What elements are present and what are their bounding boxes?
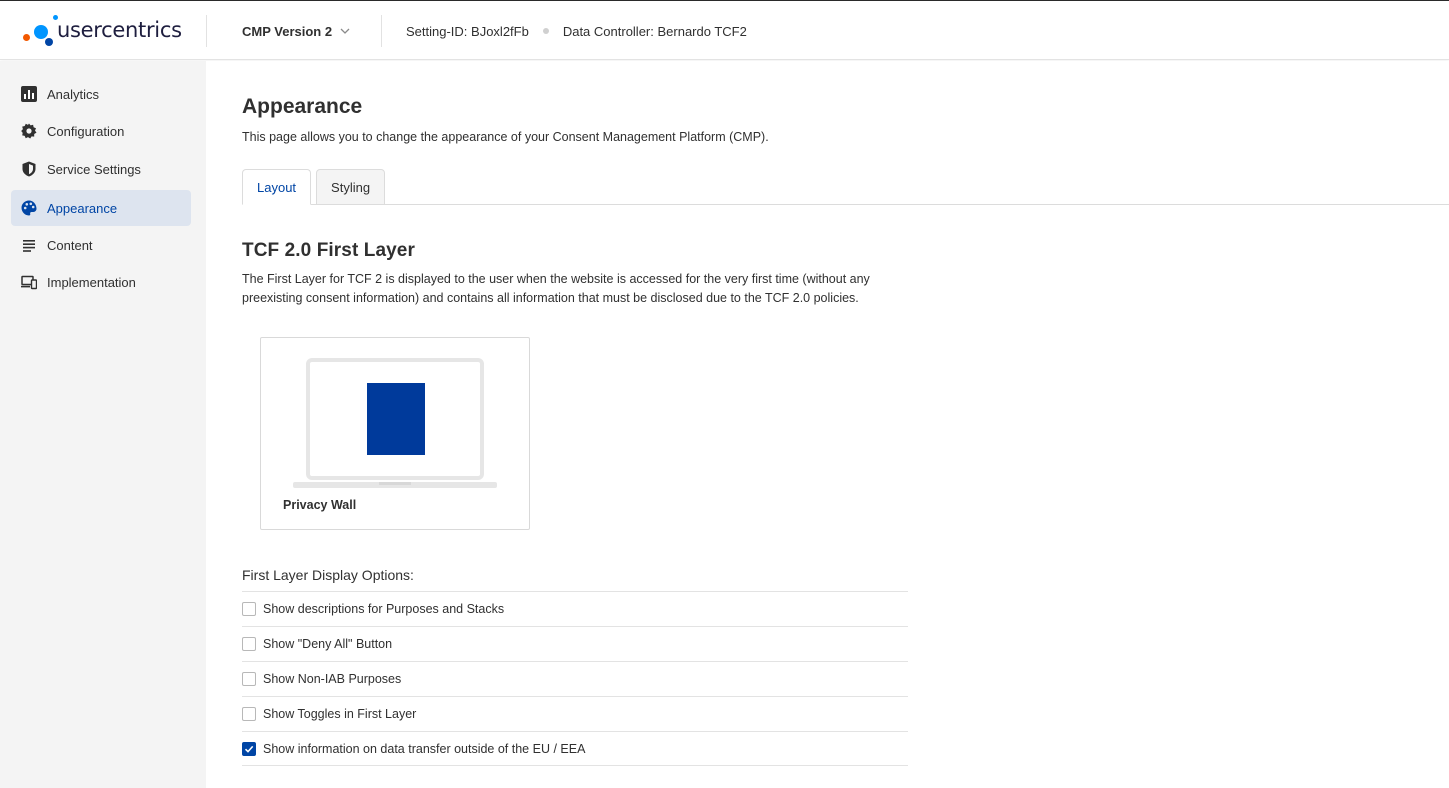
devices-icon bbox=[21, 274, 37, 290]
tab-divider bbox=[242, 204, 1449, 205]
separator-dot-icon bbox=[542, 28, 549, 34]
tab-bar: Layout Styling bbox=[242, 169, 390, 205]
sidebar-item-configuration[interactable]: Configuration bbox=[11, 113, 191, 149]
checkbox[interactable] bbox=[242, 707, 256, 721]
chevron-down-icon bbox=[340, 28, 350, 34]
sidebar-item-analytics[interactable]: Analytics bbox=[11, 76, 191, 112]
shield-icon bbox=[21, 161, 37, 177]
sidebar-item-label: Service Settings bbox=[47, 161, 141, 177]
layout-option-privacy-wall[interactable]: Privacy Wall bbox=[260, 337, 530, 530]
sidebar-item-label: Content bbox=[47, 237, 93, 253]
page-title: Appearance bbox=[242, 95, 363, 118]
lines-icon bbox=[21, 237, 37, 253]
sidebar: Analytics Configuration Service Settings… bbox=[0, 61, 206, 788]
option-label: Show "Deny All" Button bbox=[263, 637, 393, 651]
main-content: Appearance This page allows you to chang… bbox=[206, 61, 1449, 788]
checkbox[interactable] bbox=[242, 637, 256, 651]
option-label: Show information on data transfer outsid… bbox=[263, 741, 586, 756]
option-show-non-iab-purposes[interactable]: Show Non-IAB Purposes bbox=[242, 661, 908, 696]
sidebar-item-content[interactable]: Content bbox=[11, 227, 191, 263]
setting-id: Setting-ID: BJoxl2fFb bbox=[406, 23, 529, 39]
brand-name: usercentrics bbox=[57, 18, 182, 42]
checkbox[interactable] bbox=[242, 602, 256, 616]
sidebar-item-label: Configuration bbox=[47, 123, 125, 139]
option-show-data-transfer-info[interactable]: Show information on data transfer outsid… bbox=[242, 731, 908, 766]
sidebar-item-label: Analytics bbox=[47, 86, 100, 102]
option-label: Show descriptions for Purposes and Stack… bbox=[263, 602, 505, 616]
layout-option-label: Privacy Wall bbox=[283, 498, 357, 512]
gear-icon bbox=[21, 123, 37, 139]
sidebar-item-service-settings[interactable]: Service Settings bbox=[11, 151, 191, 187]
checkbox-checked[interactable] bbox=[242, 741, 256, 756]
sidebar-item-label: Implementation bbox=[47, 274, 136, 290]
logo-mark-icon bbox=[22, 14, 58, 48]
header-divider bbox=[381, 15, 382, 47]
laptop-preview-icon bbox=[293, 358, 497, 488]
option-label: Show Non-IAB Purposes bbox=[263, 672, 402, 686]
page-description: This page allows you to change the appea… bbox=[242, 130, 769, 144]
options-list: Show descriptions for Purposes and Stack… bbox=[242, 591, 908, 766]
header-divider bbox=[206, 15, 207, 47]
option-show-descriptions[interactable]: Show descriptions for Purposes and Stack… bbox=[242, 591, 908, 626]
top-header: usercentrics CMP Version 2 Setting-ID: B… bbox=[0, 0, 1449, 60]
checkbox[interactable] bbox=[242, 672, 256, 686]
options-title: First Layer Display Options: bbox=[242, 567, 414, 583]
cmp-version-label: CMP Version 2 bbox=[242, 23, 333, 39]
usercentrics-logo[interactable]: usercentrics bbox=[22, 14, 192, 48]
sidebar-item-label: Appearance bbox=[47, 200, 118, 216]
tab-styling[interactable]: Styling bbox=[316, 169, 386, 205]
setting-info: Setting-ID: BJoxl2fFb Data Controller: B… bbox=[406, 21, 747, 41]
sidebar-item-appearance[interactable]: Appearance bbox=[11, 190, 191, 226]
checkmark-icon bbox=[244, 745, 254, 753]
cmp-version-select[interactable]: CMP Version 2 bbox=[242, 21, 350, 41]
option-show-deny-all[interactable]: Show "Deny All" Button bbox=[242, 626, 908, 661]
option-label: Show Toggles in First Layer bbox=[263, 707, 417, 721]
section-title: TCF 2.0 First Layer bbox=[242, 240, 415, 261]
sidebar-item-implementation[interactable]: Implementation bbox=[11, 264, 191, 300]
tab-layout[interactable]: Layout bbox=[242, 169, 312, 205]
palette-icon bbox=[21, 200, 37, 216]
bar-chart-icon bbox=[21, 86, 37, 102]
data-controller: Data Controller: Bernardo TCF2 bbox=[562, 23, 747, 39]
section-description: The First Layer for TCF 2 is displayed t… bbox=[242, 272, 870, 305]
option-show-toggles[interactable]: Show Toggles in First Layer bbox=[242, 696, 908, 731]
